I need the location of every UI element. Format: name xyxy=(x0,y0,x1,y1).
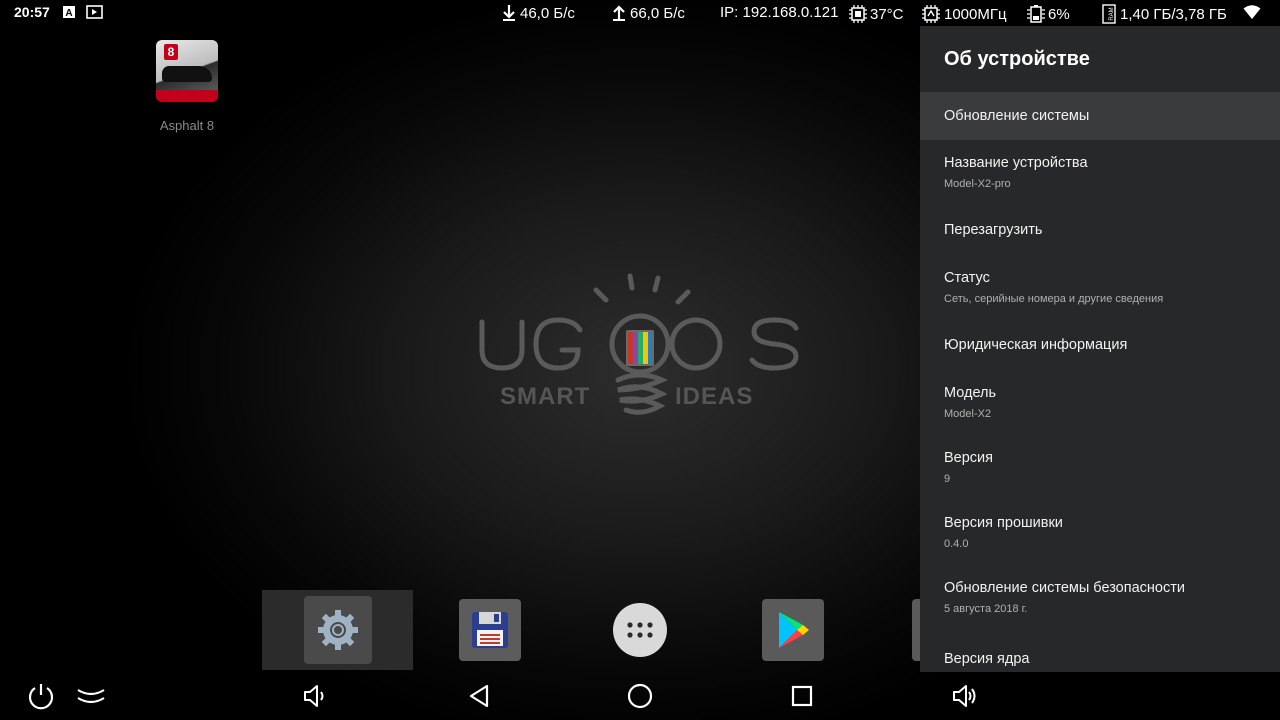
app-drawer-icon xyxy=(613,603,667,657)
menu-item-reboot[interactable]: Перезагрузить xyxy=(920,205,1280,255)
dock-floppy-app[interactable] xyxy=(458,590,522,670)
clock: 20:57 xyxy=(14,4,50,20)
home-button[interactable] xyxy=(622,680,658,712)
clock-time: 20:57 xyxy=(14,4,50,20)
notification-a-icon: A xyxy=(62,5,76,19)
menu-item-firmware-version[interactable]: Версия прошивки 0.4.0 xyxy=(920,500,1280,565)
battery-icon xyxy=(1027,5,1045,23)
svg-text:IDEAS: IDEAS xyxy=(675,383,753,410)
volume-down-button[interactable] xyxy=(296,680,332,712)
menu-item-kernel-version[interactable]: Версия ядра xyxy=(920,630,1280,672)
svg-text:RAM: RAM xyxy=(1109,7,1115,20)
ram-usage: RAM 1,40 ГБ/3,78 ГБ xyxy=(1100,4,1227,24)
about-device-panel: Об устройстве Обновление системы Названи… xyxy=(920,26,1280,672)
power-icon xyxy=(28,684,54,710)
asphalt-8-icon: 8 xyxy=(156,40,218,102)
menu-item-security-update[interactable]: Обновление системы безопасности 5 август… xyxy=(920,565,1280,630)
back-icon xyxy=(469,684,489,708)
cpu-freq-icon xyxy=(922,5,940,23)
menu-item-version[interactable]: Версия 9 xyxy=(920,435,1280,500)
menu-item-status[interactable]: Статус Сеть, серийные номера и другие св… xyxy=(920,255,1280,320)
cpu-load: 6% xyxy=(1026,4,1070,24)
volume-down-icon xyxy=(304,685,324,707)
collapse-icon xyxy=(77,689,105,704)
desktop-app-asphalt-8[interactable]: 8 Asphalt 8 xyxy=(152,40,222,133)
dock-play-store[interactable] xyxy=(761,590,825,670)
app-label: Asphalt 8 xyxy=(159,118,215,133)
volume-up-button[interactable] xyxy=(946,680,982,712)
power-button[interactable] xyxy=(23,680,59,712)
svg-text:A: A xyxy=(65,8,72,19)
app-dock xyxy=(262,590,922,670)
cpu-temp: 37°C xyxy=(848,4,904,24)
panel-title: Об устройстве xyxy=(944,48,1090,70)
dock-app-drawer[interactable] xyxy=(612,590,668,670)
upload-speed: 66,0 Б/с xyxy=(610,4,685,22)
recents-button[interactable] xyxy=(784,680,820,712)
cpu-freq: 1000МГц xyxy=(920,4,1007,24)
floppy-disk-icon xyxy=(459,599,521,661)
ugoos-logo: SMART IDEAS xyxy=(470,270,810,450)
menu-item-legal-info[interactable]: Юридическая информация xyxy=(920,320,1280,370)
wifi-icon xyxy=(1243,5,1261,20)
cpu-chip-icon xyxy=(849,5,867,23)
volume-up-icon xyxy=(953,685,976,707)
collapse-button[interactable] xyxy=(73,680,109,712)
menu-item-model[interactable]: Модель Model-X2 xyxy=(920,370,1280,435)
download-speed: 46,0 Б/с xyxy=(500,4,575,22)
back-button[interactable] xyxy=(461,680,497,712)
upload-arrow-icon xyxy=(613,5,625,21)
download-arrow-icon xyxy=(503,5,515,21)
navigation-bar xyxy=(0,672,1280,720)
ram-icon: RAM xyxy=(1102,4,1116,24)
play-store-icon xyxy=(762,599,824,661)
ip-address: IP: 192.168.0.121 xyxy=(720,4,839,21)
settings-gear-icon xyxy=(303,596,372,664)
svg-text:SMART: SMART xyxy=(500,383,590,410)
recents-icon xyxy=(791,685,813,707)
menu-item-system-update[interactable]: Обновление системы xyxy=(920,92,1280,140)
screencast-icon xyxy=(86,5,103,19)
status-bar: 20:57 A 46,0 Б/с 66,0 Б/с IP: 192.168.0.… xyxy=(0,0,1280,26)
dock-settings[interactable] xyxy=(262,590,413,670)
menu-item-device-name[interactable]: Название устройства Model-X2-pro xyxy=(920,140,1280,205)
home-icon xyxy=(627,683,653,709)
